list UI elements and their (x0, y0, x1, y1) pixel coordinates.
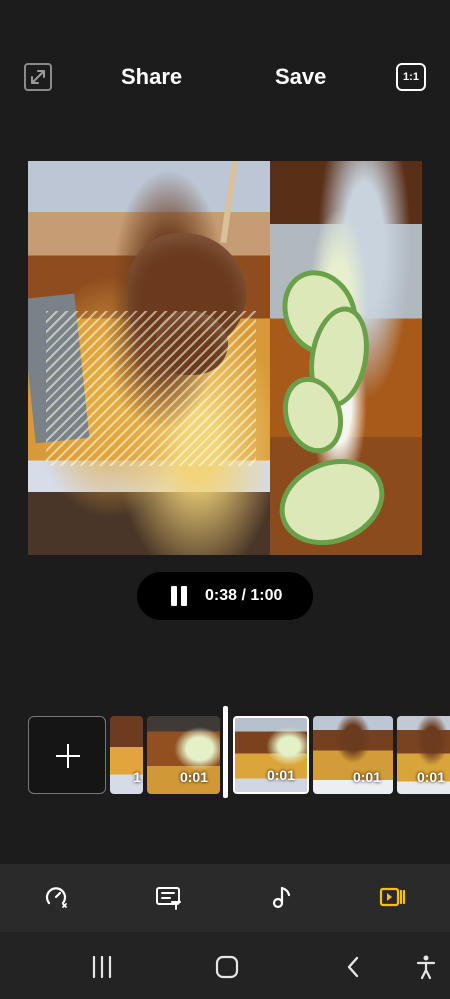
add-clip-button[interactable] (28, 716, 106, 794)
edit-toolbar (0, 864, 450, 932)
clip-thumbnail[interactable]: 0:01 (313, 716, 393, 794)
top-bar: Share Save 1:1 (0, 52, 450, 102)
text-icon[interactable] (154, 883, 182, 911)
preview-right-clip (270, 161, 422, 555)
speed-icon[interactable] (42, 883, 70, 911)
clip-thumbnail[interactable]: 0:01 (397, 716, 450, 794)
plus-icon (67, 744, 69, 768)
pause-icon[interactable] (169, 586, 189, 606)
selected-clip-thumbnail[interactable]: 0:01 (233, 716, 309, 794)
clip-thumbnail[interactable]: 1 (110, 716, 143, 794)
expand-icon[interactable] (24, 63, 52, 91)
clip-timeline[interactable]: 1 0:01 0:01 0:01 0:01 (0, 706, 450, 798)
aspect-ratio-button[interactable]: 1:1 (396, 63, 426, 91)
accessibility-icon[interactable] (412, 953, 440, 981)
clip-duration: 1 (133, 769, 141, 785)
video-preview[interactable] (28, 161, 422, 555)
clip-duration: 0:01 (352, 769, 381, 785)
expand-arrow-icon (31, 70, 45, 84)
playhead[interactable] (223, 706, 228, 798)
recents-icon[interactable] (88, 953, 116, 981)
back-icon[interactable] (340, 953, 368, 981)
skewer-image (220, 161, 238, 244)
music-icon[interactable] (268, 883, 296, 911)
playback-time: 0:38 / 1:00 (205, 587, 283, 604)
preview-left-clip (28, 161, 270, 555)
video-clip-icon[interactable] (378, 883, 406, 911)
home-icon[interactable] (213, 953, 241, 981)
clip-duration: 0:01 (416, 769, 445, 785)
share-button[interactable]: Share (121, 64, 182, 90)
playback-control[interactable]: 0:38 / 1:00 (137, 572, 313, 620)
clip-thumbnail[interactable]: 0:01 (147, 716, 220, 794)
rice-image (46, 311, 256, 466)
cucumber-slice-image (270, 443, 398, 555)
save-button[interactable]: Save (275, 64, 326, 90)
clip-duration: 0:01 (179, 769, 208, 785)
system-nav-bar (0, 932, 450, 999)
aspect-ratio-label: 1:1 (403, 71, 419, 83)
clip-duration: 0:01 (266, 767, 295, 783)
